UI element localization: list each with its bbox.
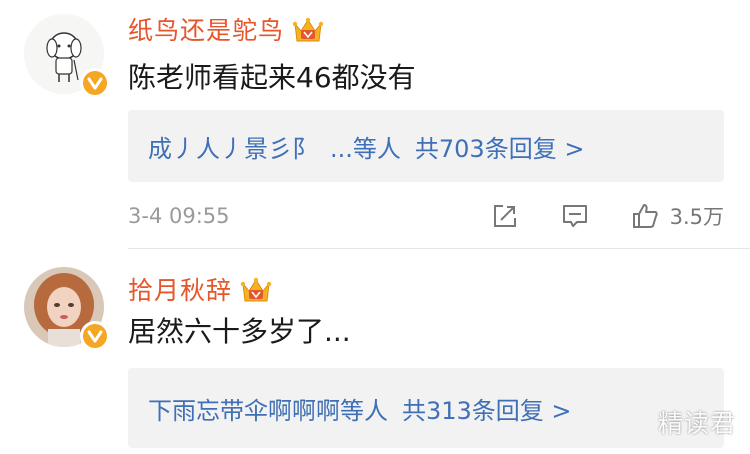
avatar[interactable]	[24, 14, 110, 98]
comment-text: 陈老师看起来46都没有	[128, 61, 416, 94]
avatar[interactable]	[24, 267, 110, 351]
verified-v-icon	[80, 321, 110, 351]
comment-icon[interactable]	[560, 201, 590, 231]
reply-count: 共313条回复 >	[402, 396, 572, 425]
comment-meta: 3-4 09:55 3.5万	[128, 200, 724, 232]
like-count: 3.5万	[669, 205, 724, 229]
reply-names: 下雨忘带伞啊啊啊等人	[148, 396, 388, 425]
action-bar: 3.5万	[490, 200, 724, 232]
reply-names: 成丿人丿景彡阝	[148, 134, 316, 163]
comment-text: 居然六十多岁了...	[128, 315, 351, 348]
watermark: 精读君	[657, 409, 736, 438]
username-row: 纸鸟还是鸵鸟	[128, 12, 324, 50]
reply-ellipsis: ...等人	[330, 134, 401, 163]
reply-count: 共703条回复 >	[414, 134, 585, 163]
username-row: 拾月秋辞	[128, 272, 272, 310]
comment-item: 纸鸟还是鸵鸟 陈老师看起来46都没有 成丿人丿景彡阝 ...等人 共703条回复…	[0, 0, 750, 248]
verified-v-icon	[80, 68, 110, 98]
comment-item: 拾月秋辞 居然六十多岁了... 下雨忘带伞啊啊啊等人 共313条回复 >	[0, 250, 750, 454]
replies-link[interactable]: 下雨忘带伞啊啊啊等人 共313条回复 >	[128, 368, 724, 448]
replies-link[interactable]: 成丿人丿景彡阝 ...等人 共703条回复 >	[128, 110, 724, 182]
like-thumb-icon[interactable]	[630, 201, 660, 231]
comment-divider	[128, 248, 750, 249]
vip-crown-icon	[292, 16, 324, 46]
vip-crown-icon	[240, 276, 272, 306]
username[interactable]: 纸鸟还是鸵鸟	[128, 12, 284, 50]
username[interactable]: 拾月秋辞	[128, 272, 232, 310]
timestamp: 3-4 09:55	[128, 204, 230, 228]
share-icon[interactable]	[490, 201, 520, 231]
